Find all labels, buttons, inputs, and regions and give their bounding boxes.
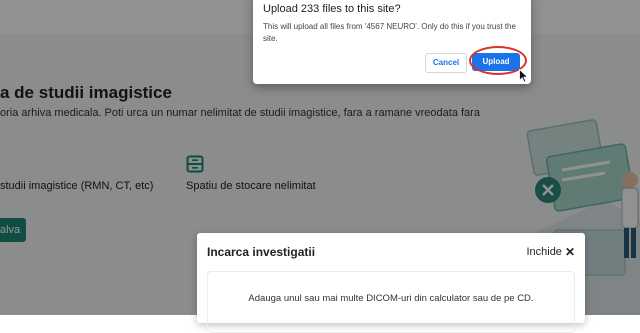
dicom-dropzone[interactable]: Adauga unul sau mai multe DICOM-uri din … <box>207 271 575 333</box>
dialog-message: This will upload all files from '4567 NE… <box>263 22 516 43</box>
close-icon: ✕ <box>564 245 575 259</box>
cursor-icon <box>519 69 529 83</box>
close-label: Inchide <box>526 246 562 258</box>
dropzone-text: Adauga unul sau mai multe DICOM-uri din … <box>248 293 534 304</box>
dialog-title: Upload 233 files to this site? <box>263 3 401 15</box>
close-button[interactable]: Inchide ✕ <box>526 245 575 259</box>
upload-confirm-dialog: Upload 233 files to this site? This will… <box>253 0 531 84</box>
cancel-button[interactable]: Cancel <box>425 53 467 73</box>
modal-title: Incarca investigatii <box>207 245 316 259</box>
upload-button[interactable]: Upload <box>472 53 520 71</box>
upload-investigations-modal: Incarca investigatii Inchide ✕ Adauga un… <box>197 233 585 333</box>
